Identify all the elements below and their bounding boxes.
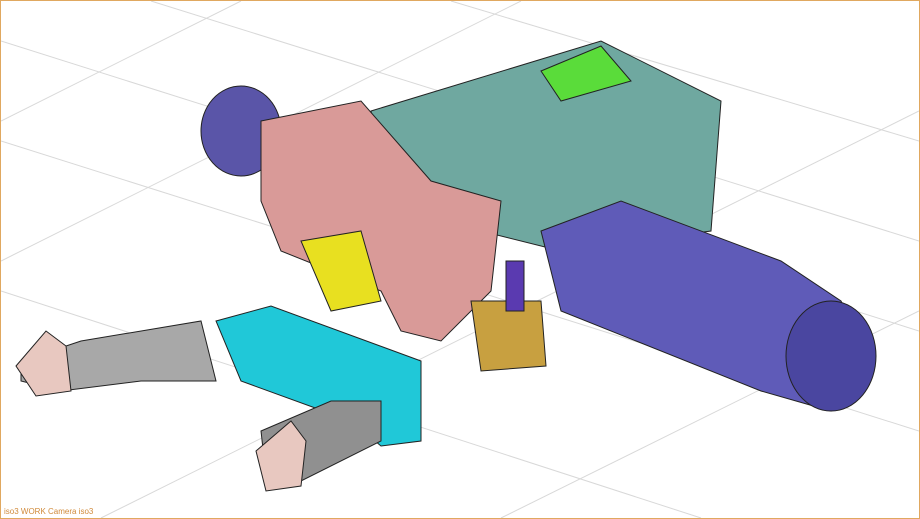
purple-cylinder (505, 260, 525, 312)
hook-left (15, 330, 72, 397)
camera-status-label: iso3 WORK Camera iso3 (4, 507, 94, 516)
tractor-model (15, 40, 877, 492)
hub-right (785, 300, 877, 412)
3d-model-view[interactable] (1, 1, 919, 518)
cad-viewport[interactable]: iso3 WORK Camera iso3 (0, 0, 920, 519)
